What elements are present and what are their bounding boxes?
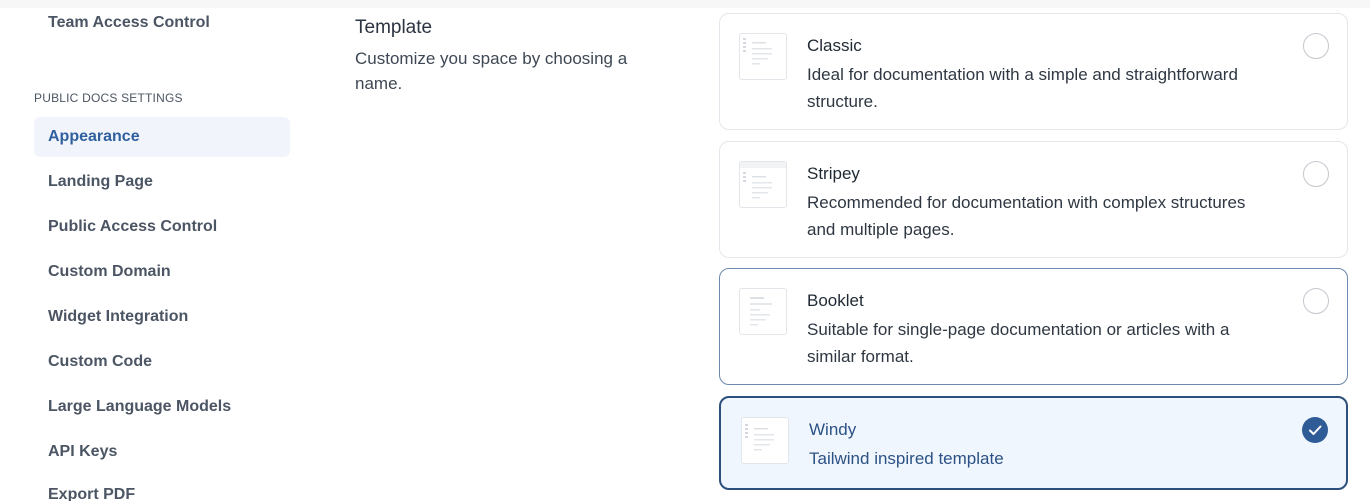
sidebar-item-label: Team Access Control (48, 14, 210, 31)
template-card-title: Booklet (807, 291, 864, 310)
settings-page: Team Access Control PUBLIC DOCS SETTINGS… (0, 0, 1370, 501)
template-radio-booklet[interactable] (1303, 288, 1329, 314)
template-card-stripey[interactable]: Stripey Recommended for documentation wi… (719, 141, 1348, 258)
sidebar-item-export-pdf[interactable]: Export PDF (34, 475, 290, 501)
template-card-title: Stripey (807, 164, 860, 183)
sidebar-item-custom-code[interactable]: Custom Code (34, 342, 290, 382)
template-card-windy[interactable]: Windy Tailwind inspired template (719, 396, 1348, 490)
check-icon (1309, 425, 1322, 435)
template-radio-classic[interactable] (1303, 33, 1329, 59)
sidebar-item-label: Large Language Models (48, 398, 232, 415)
template-card-description: Recommended for documentation with compl… (807, 193, 1246, 239)
sidebar-item-appearance[interactable]: Appearance (34, 117, 290, 157)
sidebar-item-label: Widget Integration (48, 308, 189, 325)
template-preview-icon (741, 417, 789, 464)
sidebar-item-public-access-control[interactable]: Public Access Control (34, 207, 290, 247)
sidebar-item-large-language-models[interactable]: Large Language Models (34, 387, 290, 427)
sidebar-item-label: API Keys (48, 443, 118, 460)
template-card-title: Classic (807, 36, 862, 55)
sidebar-item-label: Public Access Control (48, 218, 218, 235)
template-radio-windy[interactable] (1302, 417, 1328, 443)
sidebar-item-label: Custom Domain (48, 263, 171, 280)
settings-sidebar: Team Access Control PUBLIC DOCS SETTINGS… (34, 8, 292, 501)
sidebar-item-label: Export PDF (48, 486, 136, 501)
sidebar-item-api-keys[interactable]: API Keys (34, 432, 290, 472)
sidebar-section-heading: PUBLIC DOCS SETTINGS (34, 91, 183, 105)
template-card-booklet[interactable]: Booklet Suitable for single-page documen… (719, 268, 1348, 385)
template-card-title: Windy (809, 420, 857, 439)
sidebar-item-landing-page[interactable]: Landing Page (34, 162, 290, 202)
template-preview-icon (739, 33, 787, 80)
template-card-description: Ideal for documentation with a simple an… (807, 65, 1238, 111)
template-preview-icon (739, 288, 787, 335)
template-section-title: Template (355, 17, 433, 38)
sidebar-item-team-access-control[interactable]: Team Access Control (34, 3, 290, 43)
template-card-description: Suitable for single-page documentation o… (807, 320, 1230, 366)
sidebar-item-label: Custom Code (48, 353, 152, 370)
sidebar-item-label: Landing Page (48, 173, 153, 190)
template-radio-stripey[interactable] (1303, 161, 1329, 187)
template-section-description: Customize you space by choosing a name. (355, 49, 628, 93)
sidebar-item-custom-domain[interactable]: Custom Domain (34, 252, 290, 292)
sidebar-item-label: Appearance (48, 128, 140, 145)
template-preview-icon (739, 161, 787, 208)
template-card-classic[interactable]: Classic Ideal for documentation with a s… (719, 13, 1348, 130)
sidebar-item-widget-integration[interactable]: Widget Integration (34, 297, 290, 337)
template-card-description: Tailwind inspired template (809, 449, 1004, 468)
